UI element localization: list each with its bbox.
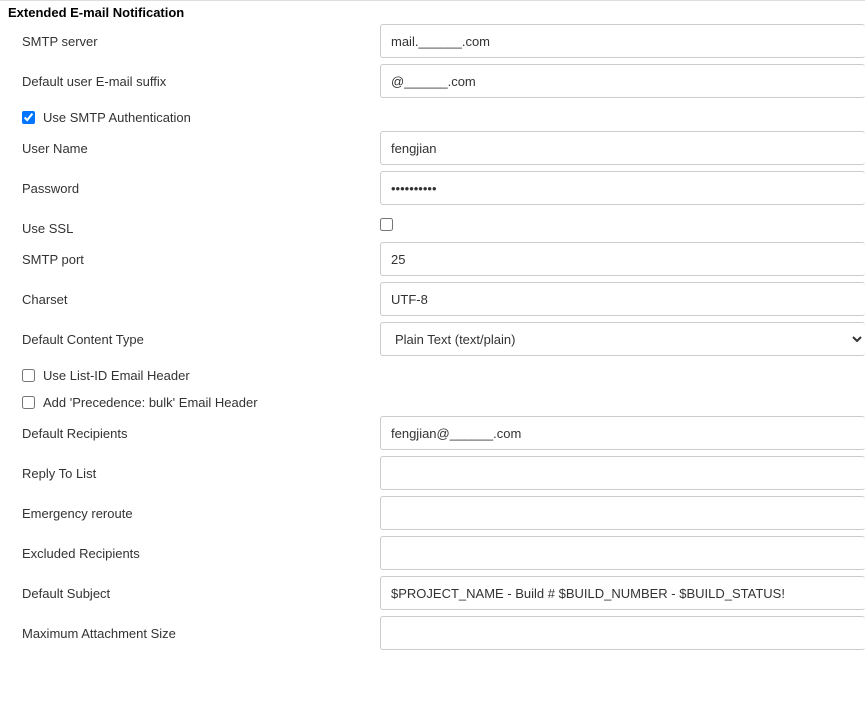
username-label: User Name	[0, 131, 380, 156]
list-id-checkbox[interactable]	[22, 369, 35, 382]
use-ssl-label: Use SSL	[0, 211, 380, 236]
list-id-row: Use List-ID Email Header	[0, 362, 865, 389]
default-suffix-label: Default user E-mail suffix	[0, 64, 380, 89]
smtp-port-label: SMTP port	[0, 242, 380, 267]
reply-to-label: Reply To List	[0, 456, 380, 481]
default-suffix-input[interactable]	[380, 64, 865, 98]
excluded-recipients-label: Excluded Recipients	[0, 536, 380, 561]
smtp-server-label: SMTP server	[0, 24, 380, 49]
reply-to-input[interactable]	[380, 456, 865, 490]
username-row: User Name	[0, 131, 865, 165]
smtp-auth-row: Use SMTP Authentication	[0, 104, 865, 131]
default-subject-row: Default Subject	[0, 576, 865, 610]
emergency-reroute-label: Emergency reroute	[0, 496, 380, 521]
smtp-server-input[interactable]	[380, 24, 865, 58]
charset-label: Charset	[0, 282, 380, 307]
content-type-row: Default Content Type Plain Text (text/pl…	[0, 322, 865, 356]
password-label: Password	[0, 171, 380, 196]
charset-input[interactable]	[380, 282, 865, 316]
username-input[interactable]	[380, 131, 865, 165]
max-attachment-label: Maximum Attachment Size	[0, 616, 380, 641]
max-attachment-row: Maximum Attachment Size	[0, 616, 865, 650]
content-type-select[interactable]: Plain Text (text/plain)	[380, 322, 865, 356]
precedence-bulk-label: Add 'Precedence: bulk' Email Header	[43, 395, 258, 410]
default-subject-label: Default Subject	[0, 576, 380, 601]
excluded-recipients-row: Excluded Recipients	[0, 536, 865, 570]
excluded-recipients-input[interactable]	[380, 536, 865, 570]
default-suffix-row: Default user E-mail suffix	[0, 64, 865, 98]
smtp-server-row: SMTP server	[0, 24, 865, 58]
default-recipients-label: Default Recipients	[0, 416, 380, 441]
emergency-reroute-row: Emergency reroute	[0, 496, 865, 530]
charset-row: Charset	[0, 282, 865, 316]
emergency-reroute-input[interactable]	[380, 496, 865, 530]
default-recipients-row: Default Recipients	[0, 416, 865, 450]
list-id-label: Use List-ID Email Header	[43, 368, 190, 383]
precedence-bulk-row: Add 'Precedence: bulk' Email Header	[0, 389, 865, 416]
reply-to-row: Reply To List	[0, 456, 865, 490]
smtp-auth-checkbox[interactable]	[22, 111, 35, 124]
config-section: Extended E-mail Notification SMTP server…	[0, 0, 865, 650]
smtp-port-row: SMTP port	[0, 242, 865, 276]
default-recipients-input[interactable]	[380, 416, 865, 450]
max-attachment-input[interactable]	[380, 616, 865, 650]
smtp-auth-label: Use SMTP Authentication	[43, 110, 191, 125]
use-ssl-checkbox[interactable]	[380, 218, 393, 231]
password-row: Password	[0, 171, 865, 205]
section-title: Extended E-mail Notification	[0, 1, 865, 24]
password-input[interactable]	[380, 171, 865, 205]
precedence-bulk-checkbox[interactable]	[22, 396, 35, 409]
use-ssl-row: Use SSL	[0, 211, 865, 236]
content-type-label: Default Content Type	[0, 322, 380, 347]
smtp-port-input[interactable]	[380, 242, 865, 276]
default-subject-input[interactable]	[380, 576, 865, 610]
